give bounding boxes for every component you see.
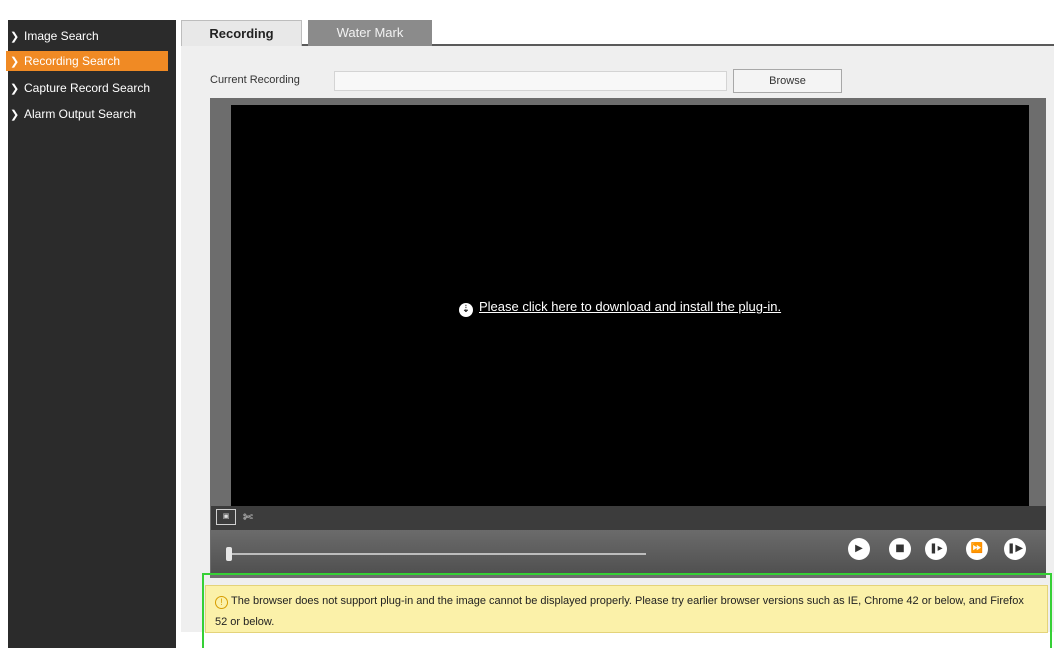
warning-icon: ! [215,596,228,609]
download-circle-icon: ⇣ [459,303,473,317]
plugin-download-text: Please click here to download and instal… [479,299,782,314]
current-recording-field[interactable] [334,71,727,91]
sidebar-item-label: Alarm Output Search [24,107,137,121]
browse-button[interactable]: Browse [733,69,842,93]
warning-text: The browser does not support plug-in and… [215,595,1024,628]
tab-recording[interactable]: Recording [181,20,302,46]
crop-tool-icon[interactable]: ✄ [243,509,261,525]
tab-water-mark[interactable]: Water Mark [308,20,432,46]
stop-icon[interactable]: ■ [889,538,911,560]
chevron-right-icon: ❯ [10,109,20,121]
frame-next-icon[interactable]: ❚▶ [1004,538,1026,560]
sidebar-item-capture-record-search[interactable]: ❯ Capture Record Search [6,78,168,98]
app-root: ❯ Image Search ❯ Recording Search ❯ Capture… [0,0,1054,648]
step-forward-icon[interactable]: ❚▸ [925,538,947,560]
player-toolstrip [211,506,1046,530]
sidebar-item-label: Capture Record Search [24,81,151,95]
progress-track[interactable] [232,553,646,555]
tab-bar: Recording Water Mark [181,20,1054,46]
playback-control-bar [211,530,1046,574]
chevron-right-icon: ❯ [10,56,20,68]
plugin-download-link[interactable]: ⇣ Please click here to download and insta… [459,299,781,317]
sidebar-item-recording-search[interactable]: ❯ Recording Search [6,51,168,71]
warning-message: ! The browser does not support plug-in an… [215,591,1035,633]
sidebar-item-image-search[interactable]: ❯ Image Search [6,26,168,46]
current-recording-label: Current Recording [210,74,300,86]
fast-forward-icon[interactable]: ⏩ [966,538,988,560]
chevron-right-icon: ❯ [10,31,20,43]
sidebar-item-label: Image Search [24,29,99,43]
sidebar-item-label: Recording Search [24,54,121,68]
chevron-right-icon: ❯ [10,83,20,95]
play-icon[interactable]: ▶ [848,538,870,560]
fit-screen-icon[interactable]: ▣ [216,509,236,525]
progress-handle[interactable] [226,547,232,561]
sidebar-item-alarm-output-search[interactable]: ❯ Alarm Output Search [6,104,168,124]
